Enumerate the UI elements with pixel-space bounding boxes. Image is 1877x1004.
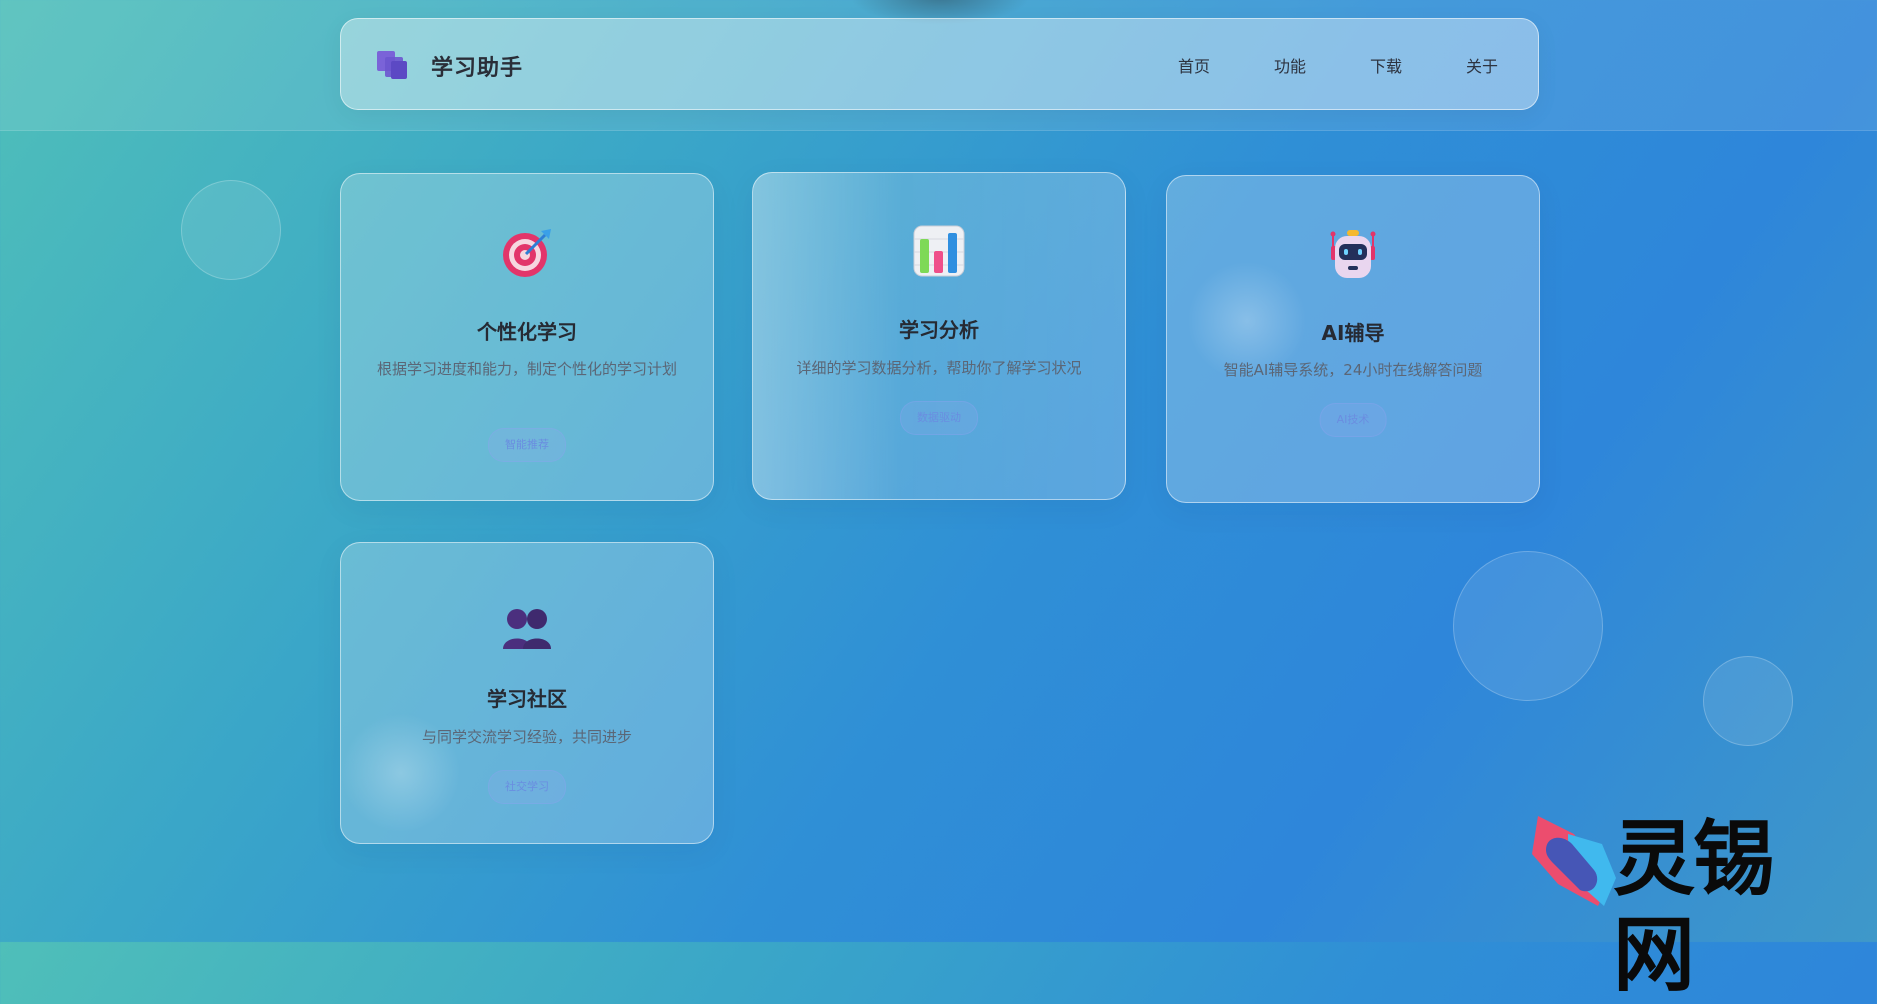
target-icon	[501, 227, 553, 279]
watermark-logo-icon	[1532, 816, 1616, 906]
watermark-text: 灵锡网	[1613, 812, 1775, 1003]
top-navbar: 学习助手 首页 功能 下载 关于	[340, 18, 1539, 110]
site-watermark: 灵锡网	[1528, 812, 1848, 1003]
card-title: 学习社区	[487, 687, 567, 711]
card-tag[interactable]: 社交学习	[488, 770, 566, 804]
people-icon	[501, 605, 553, 657]
feature-card-community[interactable]: 学习社区 与同学交流学习经验，共同进步 社交学习	[340, 542, 714, 844]
card-tag[interactable]: AI技术	[1319, 403, 1387, 437]
decor-bubble	[1703, 656, 1793, 746]
feature-card-analysis[interactable]: 学习分析 详细的学习数据分析，帮助你了解学习状况 数据驱动	[752, 172, 1126, 500]
app-logo-icon[interactable]	[377, 51, 411, 81]
card-title: AI辅导	[1321, 321, 1385, 345]
card-description: 与同学交流学习经验，共同进步	[421, 728, 632, 746]
nav-features[interactable]: 功能	[1274, 53, 1306, 77]
card-description: 详细的学习数据分析，帮助你了解学习状况	[796, 359, 1082, 377]
main-nav: 首页 功能 下载 关于	[1114, 53, 1498, 77]
decor-bubble	[1453, 551, 1603, 701]
nav-home[interactable]: 首页	[1178, 53, 1210, 77]
nav-about[interactable]: 关于	[1466, 53, 1498, 77]
robot-icon	[1327, 228, 1379, 280]
card-tag[interactable]: 数据驱动	[900, 401, 978, 435]
nav-download[interactable]: 下载	[1370, 53, 1402, 77]
feature-card-ai-tutor[interactable]: AI辅导 智能AI辅导系统，24小时在线解答问题 AI技术	[1166, 175, 1540, 503]
decor-bubble	[181, 180, 281, 280]
card-description: 根据学习进度和能力，制定个性化的学习计划	[376, 360, 677, 378]
app-brand-title[interactable]: 学习助手	[431, 50, 523, 82]
card-description: 智能AI辅导系统，24小时在线解答问题	[1223, 361, 1483, 379]
bar-chart-icon	[913, 225, 965, 277]
card-tag[interactable]: 智能推荐	[488, 428, 566, 462]
card-title: 学习分析	[899, 318, 979, 342]
card-title: 个性化学习	[477, 320, 577, 344]
feature-card-personalized[interactable]: 个性化学习 根据学习进度和能力，制定个性化的学习计划 智能推荐	[340, 173, 714, 501]
